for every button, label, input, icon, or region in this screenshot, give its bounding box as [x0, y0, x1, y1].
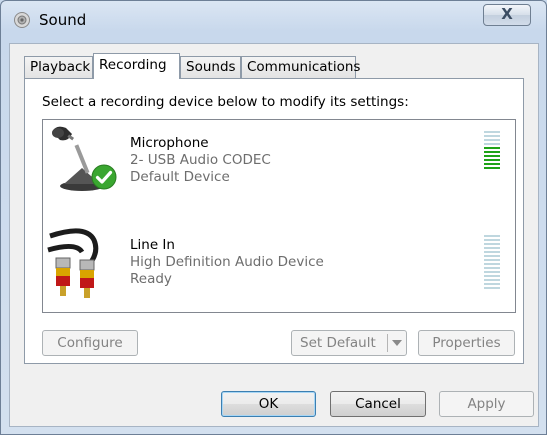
- level-bar: [484, 255, 500, 257]
- level-bar: [484, 243, 500, 245]
- level-meter: [484, 131, 500, 171]
- recording-tab-panel: Select a recording device below to modif…: [24, 78, 524, 364]
- tab-communications[interactable]: Communications: [241, 56, 360, 79]
- set-default-label: Set Default: [300, 335, 376, 351]
- device-item-microphone[interactable]: Microphone 2- USB Audio CODEC Default De…: [43, 120, 515, 214]
- device-description: High Definition Audio Device: [130, 254, 324, 270]
- level-bar: [484, 239, 500, 241]
- level-bar: [484, 263, 500, 265]
- line-in-cable-icon: [47, 228, 99, 298]
- level-bar: [484, 267, 500, 269]
- instruction-text: Select a recording device below to modif…: [42, 94, 409, 110]
- device-item-line-in[interactable]: Line In High Definition Audio Device Rea…: [43, 218, 515, 312]
- window-title: Sound: [39, 11, 87, 29]
- level-bar: [484, 235, 500, 237]
- device-name: Microphone: [130, 135, 209, 151]
- level-bar: [484, 151, 500, 153]
- set-default-button[interactable]: Set Default: [291, 330, 407, 356]
- title-bar[interactable]: Sound X: [1, 1, 546, 37]
- speaker-icon: [14, 12, 30, 28]
- properties-button[interactable]: Properties: [418, 330, 515, 356]
- default-device-check-icon: [91, 164, 117, 190]
- level-bar: [484, 143, 500, 145]
- device-status: Ready: [130, 271, 172, 287]
- device-status: Default Device: [130, 169, 230, 185]
- ok-button[interactable]: OK: [221, 391, 316, 417]
- level-bar: [484, 279, 500, 281]
- level-bar: [484, 131, 500, 133]
- tab-sounds[interactable]: Sounds: [180, 56, 241, 79]
- microphone-icon: [52, 126, 104, 191]
- device-name: Line In: [130, 237, 175, 253]
- cancel-button[interactable]: Cancel: [330, 391, 426, 417]
- level-meter: [484, 235, 500, 291]
- apply-button[interactable]: Apply: [439, 391, 534, 417]
- device-list[interactable]: Microphone 2- USB Audio CODEC Default De…: [42, 119, 516, 313]
- level-bar: [484, 275, 500, 277]
- sound-dialog: Sound X Playback Recording Sounds Commun…: [0, 0, 547, 435]
- level-bar: [484, 259, 500, 261]
- configure-button[interactable]: Configure: [42, 330, 138, 356]
- level-bar: [484, 283, 500, 285]
- level-bar: [484, 147, 500, 149]
- level-bar: [484, 139, 500, 141]
- level-bar: [484, 159, 500, 161]
- tab-recording[interactable]: Recording: [93, 53, 180, 79]
- chevron-down-icon[interactable]: [392, 340, 402, 346]
- level-bar: [484, 163, 500, 165]
- split-divider: [387, 334, 388, 352]
- level-bar: [484, 247, 500, 249]
- device-description: 2- USB Audio CODEC: [130, 152, 271, 168]
- level-bar: [484, 271, 500, 273]
- level-bar: [484, 167, 500, 169]
- level-bar: [484, 155, 500, 157]
- level-bar: [484, 251, 500, 253]
- dialog-client-area: Playback Recording Sounds Communications…: [9, 43, 539, 427]
- level-bar: [484, 135, 500, 137]
- level-bar: [484, 287, 500, 289]
- tab-playback[interactable]: Playback: [24, 56, 93, 79]
- close-button[interactable]: X: [483, 4, 531, 26]
